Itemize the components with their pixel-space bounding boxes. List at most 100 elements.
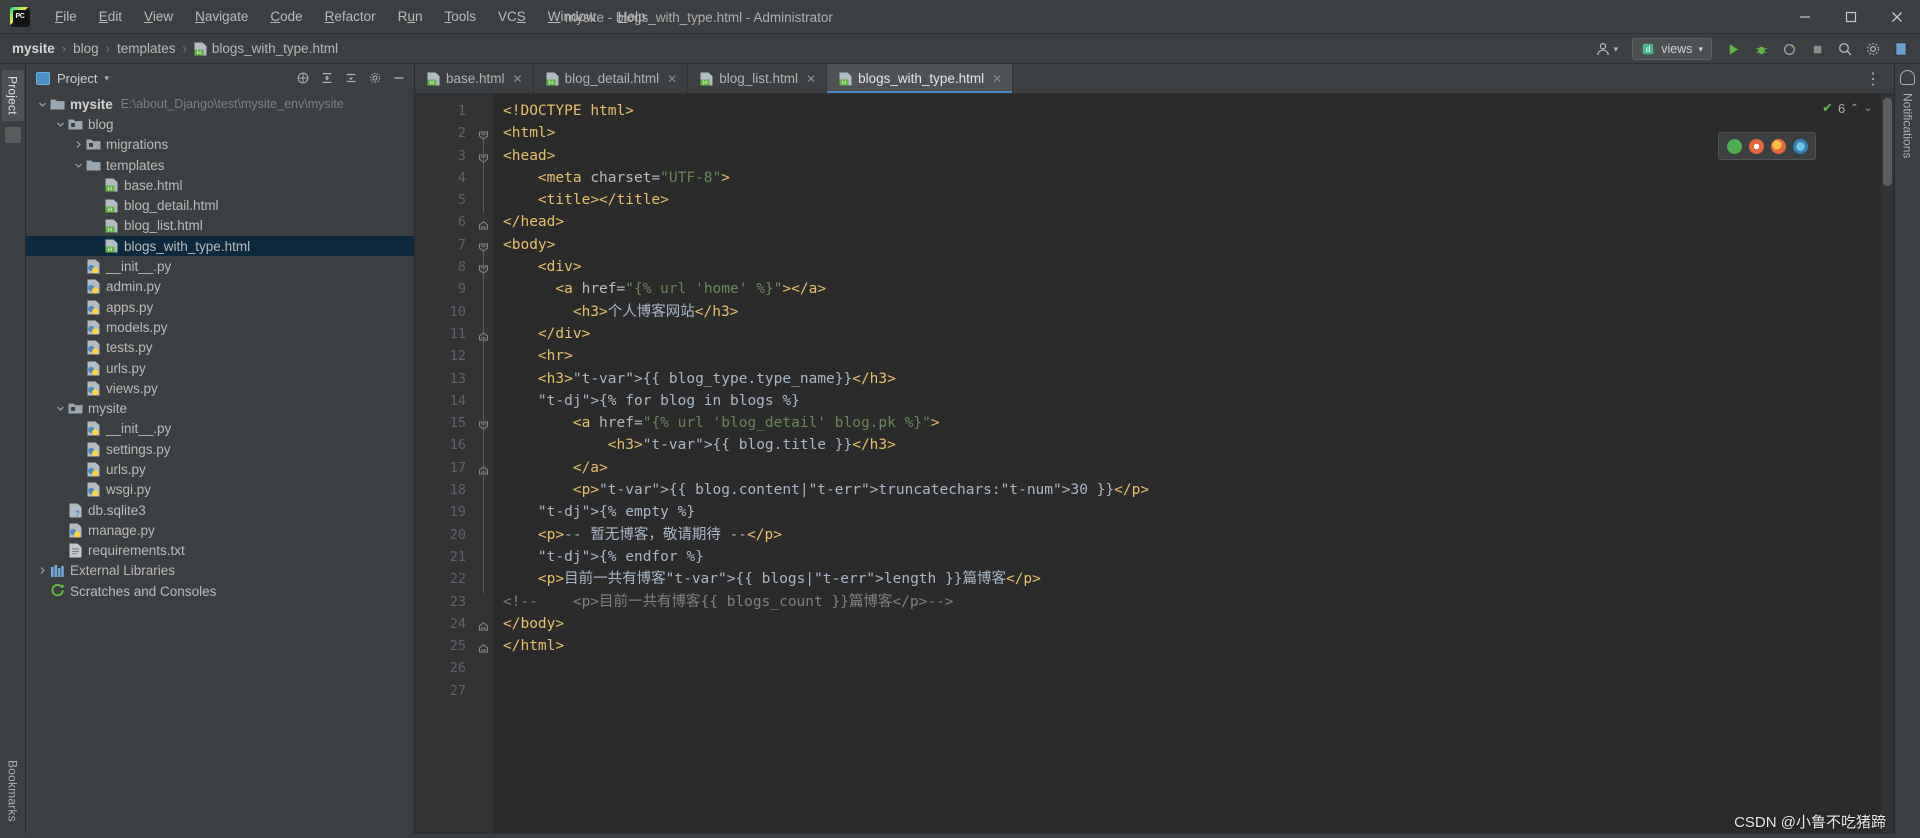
tool-window-tab-bookmarks[interactable]: Bookmarks: [2, 754, 24, 828]
project-tree[interactable]: mysite E:\about_Django\test\mysite_env\my…: [26, 92, 414, 834]
chevron-up-icon[interactable]: ⌃: [1850, 103, 1858, 114]
menu-item-navigate[interactable]: Navigate: [184, 5, 259, 28]
code-line[interactable]: </a>: [503, 457, 1894, 479]
search-everywhere-icon[interactable]: [1832, 36, 1858, 62]
more-options-icon[interactable]: ⋮: [1859, 69, 1888, 89]
tree-node-base-html[interactable]: Hbase.html: [26, 175, 414, 195]
tree-node-db-sqlite3[interactable]: ? db.sqlite3: [26, 500, 414, 520]
code-line[interactable]: <p>"t-var">{{ blog.content|"t-err">trunc…: [503, 479, 1894, 501]
tree-node-templates[interactable]: templates: [26, 155, 414, 175]
tool-window-tab-project[interactable]: Project: [1, 70, 24, 121]
breadcrumb-item-blogs-with-type-html[interactable]: Hblogs_with_type.html: [194, 41, 338, 56]
tree-node-requirements-txt[interactable]: requirements.txt: [26, 541, 414, 561]
code-line[interactable]: "t-dj">{% for blog in blogs %}: [503, 390, 1894, 412]
menu-item-run[interactable]: Run: [387, 5, 434, 28]
code-line[interactable]: <body>: [503, 234, 1894, 256]
chevron-right-icon[interactable]: [36, 566, 49, 575]
structure-icon[interactable]: [4, 126, 21, 143]
tree-node-apps-py[interactable]: apps.py: [26, 297, 414, 317]
editor-tabs[interactable]: Hbase.html ✕ Hblog_detail.html ✕ Hblog_list.…: [415, 64, 1894, 94]
tree-node-migrations[interactable]: migrations: [26, 135, 414, 155]
inspection-scrollbar[interactable]: [1880, 94, 1894, 834]
chevron-down-icon[interactable]: [36, 100, 49, 109]
tree-node-models-py[interactable]: models.py: [26, 317, 414, 337]
code-editor[interactable]: 1 2 3 4 5 6 7 8 9 10 11 12 13 14 15 16 17 18 19 20 21 22 23 24 2…: [415, 94, 1894, 834]
close-tab-icon[interactable]: ✕: [513, 72, 523, 86]
hide-tool-window-icon[interactable]: [388, 67, 410, 89]
breadcrumb-item-templates[interactable]: templates: [117, 41, 176, 56]
run-configuration-selector[interactable]: d views ▾: [1632, 38, 1712, 60]
code-line[interactable]: <a href="{% url 'blog_detail' blog.pk %}…: [503, 412, 1894, 434]
close-tab-icon[interactable]: ✕: [992, 72, 1002, 86]
fold-collapsed-icon[interactable]: [478, 641, 489, 653]
inspection-status[interactable]: ✔ 6 ⌃ ⌄: [1822, 100, 1872, 116]
stop-icon[interactable]: [1804, 36, 1830, 62]
breadcrumb-item-mysite[interactable]: mysite: [12, 41, 55, 56]
code-line[interactable]: </div>: [503, 323, 1894, 345]
tree-node-tests-py[interactable]: tests.py: [26, 338, 414, 358]
chevron-down-icon[interactable]: ▾: [104, 73, 109, 84]
code-line[interactable]: <meta charset="UTF-8">: [503, 167, 1894, 189]
tree-node-blog-detail-html[interactable]: Hblog_detail.html: [26, 195, 414, 215]
browser-preview-toolbar[interactable]: [1718, 132, 1816, 160]
collapse-all-icon[interactable]: [316, 67, 338, 89]
close-tab-icon[interactable]: ✕: [667, 72, 677, 86]
maximize-button[interactable]: [1828, 0, 1874, 34]
plugin-icon[interactable]: [1888, 36, 1914, 62]
chevron-down-icon[interactable]: ⌄: [1864, 103, 1872, 114]
run-icon[interactable]: [1720, 36, 1746, 62]
fold-collapsed-icon[interactable]: [478, 619, 489, 631]
code-line[interactable]: <head>: [503, 145, 1894, 167]
code-folding-column[interactable]: [475, 94, 493, 834]
editor-tab-blog-list-html[interactable]: Hblog_list.html ✕: [688, 64, 828, 93]
close-tab-icon[interactable]: ✕: [806, 72, 816, 86]
code-line[interactable]: <!DOCTYPE html>: [503, 100, 1894, 122]
tree-node--init-py[interactable]: __init__.py: [26, 419, 414, 439]
code-line[interactable]: <h3>"t-var">{{ blog_type.type_name}}</h3…: [503, 368, 1894, 390]
chevron-down-icon[interactable]: [54, 404, 67, 413]
minimize-button[interactable]: [1782, 0, 1828, 34]
fold-collapsed-icon[interactable]: [478, 218, 489, 229]
menu-item-vcs[interactable]: VCS: [487, 5, 537, 28]
code-line[interactable]: </body>: [503, 613, 1894, 635]
chevron-right-icon[interactable]: [72, 140, 85, 149]
tree-node-wsgi-py[interactable]: wsgi.py: [26, 480, 414, 500]
close-button[interactable]: [1874, 0, 1920, 34]
code-line[interactable]: <p>目前一共有博客"t-var">{{ blogs|"t-err">lengt…: [503, 568, 1894, 590]
code-line[interactable]: "t-dj">{% empty %}: [503, 501, 1894, 523]
tree-node-urls-py[interactable]: urls.py: [26, 358, 414, 378]
breadcrumb[interactable]: mysite › blog › templates › Hblogs_with_type.h…: [12, 41, 338, 56]
code-line[interactable]: <html>: [503, 122, 1894, 144]
firefox-browser-icon[interactable]: [1767, 136, 1789, 156]
menu-item-code[interactable]: Code: [259, 5, 313, 28]
menu-item-tools[interactable]: Tools: [433, 5, 487, 28]
scroll-from-source-icon[interactable]: [340, 67, 362, 89]
scrollbar-thumb[interactable]: [1883, 98, 1892, 186]
code-line[interactable]: <hr>: [503, 345, 1894, 367]
code-line[interactable]: </head>: [503, 211, 1894, 233]
settings-gear-icon[interactable]: [1860, 36, 1886, 62]
user-account-icon[interactable]: ▾: [1589, 41, 1625, 57]
code-line[interactable]: </html>: [503, 635, 1894, 657]
tree-node-blogs-with-type-html[interactable]: Hblogs_with_type.html: [26, 236, 414, 257]
menu-item-refactor[interactable]: Refactor: [314, 5, 387, 28]
tree-node-manage-py[interactable]: manage.py: [26, 520, 414, 540]
chevron-down-icon[interactable]: [54, 120, 67, 129]
run-with-coverage-icon[interactable]: [1776, 36, 1802, 62]
settings-gear-icon[interactable]: [364, 67, 386, 89]
code-line[interactable]: [503, 680, 1894, 702]
debug-icon[interactable]: [1748, 36, 1774, 62]
menu-item-file[interactable]: File: [44, 5, 88, 28]
editor-tab-blog-detail-html[interactable]: Hblog_detail.html ✕: [534, 64, 689, 93]
tree-node-mysite[interactable]: mysite: [26, 398, 414, 418]
code-line[interactable]: <p>-- 暂无博客，敬请期待 --</p>: [503, 524, 1894, 546]
project-panel-title-group[interactable]: Project ▾: [36, 71, 109, 86]
chevron-down-icon[interactable]: [72, 161, 85, 170]
tree-node--init-py[interactable]: __init__.py: [26, 256, 414, 276]
editor-tab-blogs-with-type-html[interactable]: Hblogs_with_type.html ✕: [827, 64, 1014, 93]
code-line[interactable]: <h3>"t-var">{{ blog.title }}</h3>: [503, 434, 1894, 456]
tool-window-tab-notifications[interactable]: Notifications: [1901, 93, 1915, 158]
code-line[interactable]: <!-- <p>目前一共有博客{{ blogs_count }}篇博客</p>-…: [503, 591, 1894, 613]
edge-browser-icon[interactable]: [1789, 136, 1811, 156]
tree-node-scratches-and-consoles[interactable]: Scratches and Consoles: [26, 581, 414, 601]
